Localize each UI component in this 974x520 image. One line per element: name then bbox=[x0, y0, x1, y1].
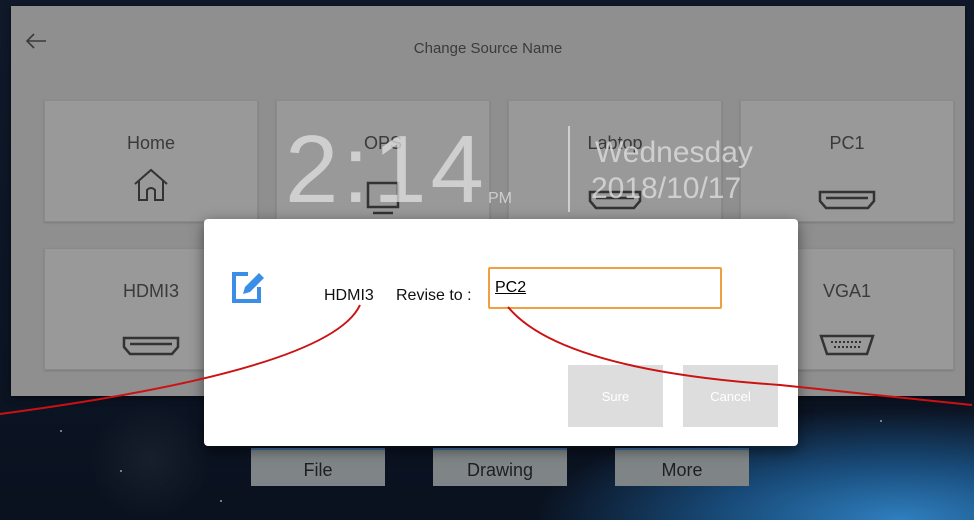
annotation-lines bbox=[0, 304, 973, 415]
annotation-curve-right bbox=[507, 306, 973, 406]
annotation-curve-left bbox=[0, 304, 361, 415]
